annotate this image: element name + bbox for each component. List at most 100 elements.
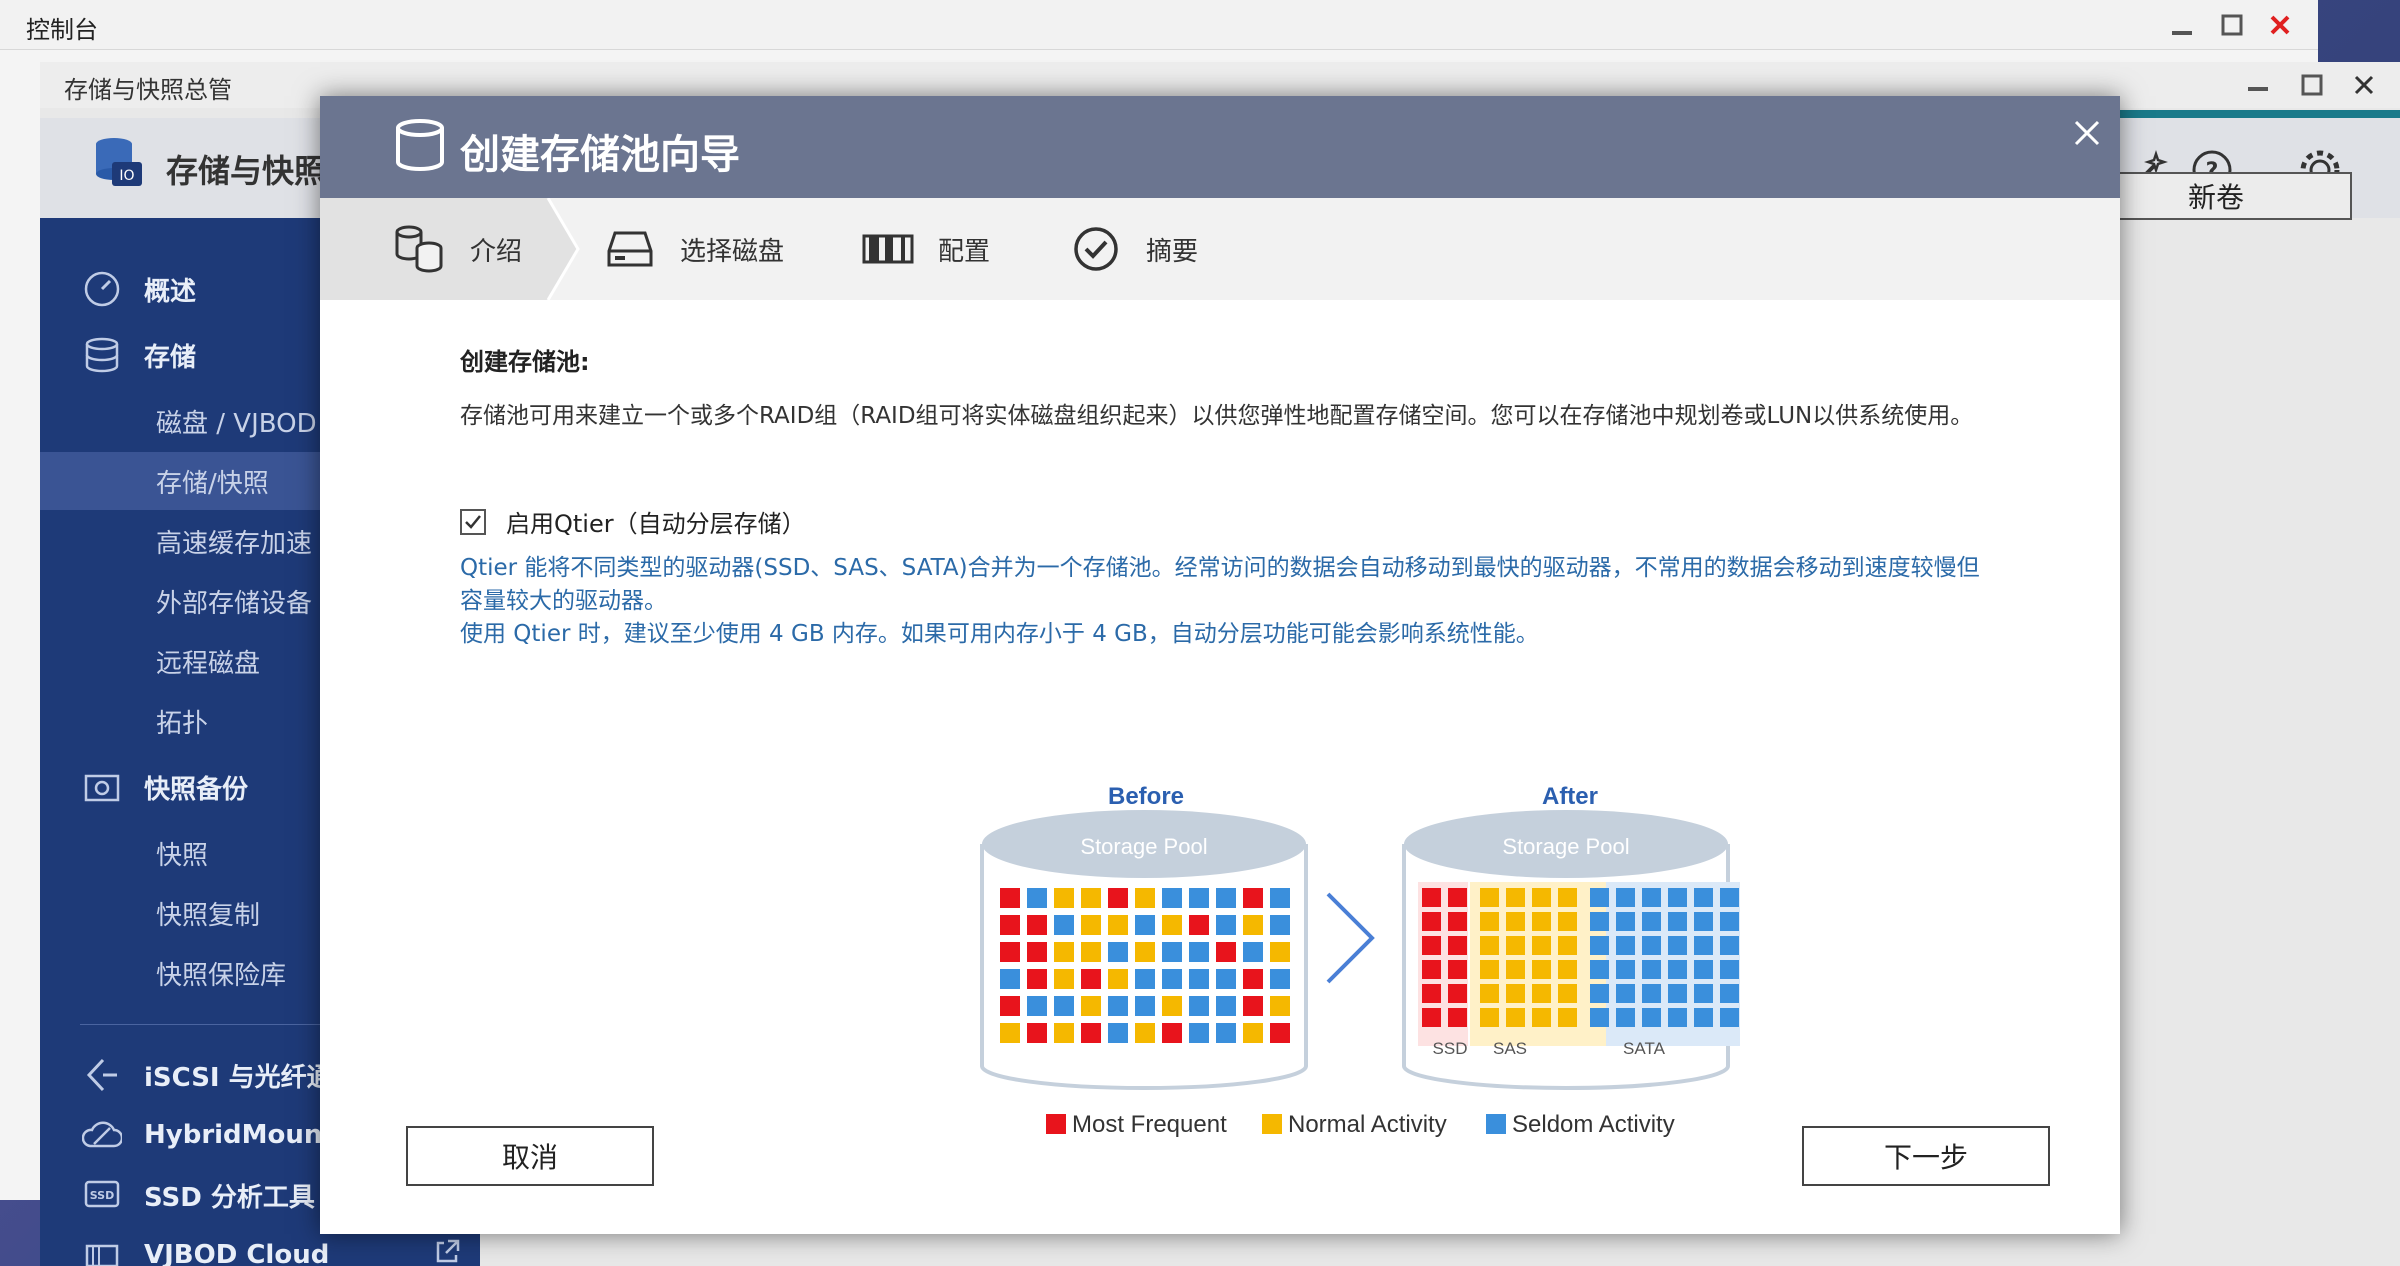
data-block (1270, 942, 1290, 962)
data-block (1108, 996, 1128, 1016)
data-block (1558, 912, 1577, 931)
cloud-mount-icon (82, 1115, 122, 1155)
data-block (1270, 996, 1290, 1016)
data-block (1448, 912, 1467, 931)
data-block (1668, 984, 1687, 1003)
data-block (1243, 1023, 1263, 1043)
data-block (1081, 969, 1101, 989)
legend-label: Most Frequent (1072, 1111, 1227, 1138)
gauge-icon (82, 269, 122, 309)
data-block (1000, 942, 1020, 962)
data-block (1162, 888, 1182, 908)
data-block (1189, 915, 1209, 935)
data-block (1590, 888, 1609, 907)
data-block (1506, 984, 1525, 1003)
cancel-button[interactable]: 取消 (406, 1126, 654, 1186)
after-label: After (1542, 783, 1598, 810)
maximize-icon[interactable] (2214, 8, 2250, 42)
close-icon[interactable] (2262, 8, 2298, 42)
vjbod-cloud-icon (82, 1235, 122, 1266)
data-block (1000, 996, 1020, 1016)
close-icon[interactable] (2346, 68, 2382, 102)
data-block (1532, 912, 1551, 931)
data-block (1532, 1008, 1551, 1027)
qtier-option[interactable]: 启用Qtier（自动分层存储） (460, 504, 806, 539)
before-pool: Storage Pool (980, 810, 1308, 1090)
config-icon (860, 221, 916, 277)
ssd-icon: SSD (82, 1175, 122, 1215)
svg-text:IO: IO (119, 168, 134, 184)
data-block (1162, 942, 1182, 962)
data-block (1480, 1008, 1499, 1027)
data-block (1243, 915, 1263, 935)
data-block (1506, 1008, 1525, 1027)
close-icon[interactable] (2066, 112, 2108, 154)
step-label: 介绍 (470, 236, 523, 267)
data-block (1616, 888, 1635, 907)
data-block (1189, 996, 1209, 1016)
storage-manager-logo-icon: IO (96, 138, 142, 186)
data-block (1480, 888, 1499, 907)
data-block (1000, 888, 1020, 908)
data-block (1216, 969, 1236, 989)
data-block (1616, 960, 1635, 979)
minimize-icon[interactable] (2164, 8, 2200, 42)
data-block (1108, 942, 1128, 962)
data-block (1558, 1008, 1577, 1027)
data-block (1642, 912, 1661, 931)
data-block (1642, 1008, 1661, 1027)
data-block (1422, 1008, 1441, 1027)
data-block (1081, 996, 1101, 1016)
data-block (1590, 1008, 1609, 1027)
dialog-header: 创建存储池向导 (320, 96, 2120, 198)
data-block (1480, 960, 1499, 979)
step-configure: 配置 (860, 198, 990, 300)
data-block (1422, 888, 1441, 907)
data-block (1668, 936, 1687, 955)
before-label: Before (1108, 783, 1184, 810)
data-block (1532, 960, 1551, 979)
data-block (1532, 888, 1551, 907)
data-block (1027, 996, 1047, 1016)
tier-label-sas: SAS (1493, 1039, 1527, 1058)
data-block (1054, 969, 1074, 989)
data-block (1480, 936, 1499, 955)
data-block (1135, 942, 1155, 962)
legend-label: Normal Activity (1288, 1111, 1447, 1138)
data-block (1448, 936, 1467, 955)
data-block (1422, 936, 1441, 955)
sidebar-item-label: SSD 分析工具 (144, 1182, 315, 1213)
qtier-checkbox[interactable] (460, 508, 486, 535)
data-block (1590, 936, 1609, 955)
data-block (1027, 969, 1047, 989)
disk-icon (602, 221, 658, 277)
data-block (1054, 915, 1074, 935)
step-label: 摘要 (1146, 236, 1199, 267)
data-block (1694, 936, 1713, 955)
new-volume-button[interactable]: 新卷 (2080, 172, 2352, 220)
data-block (1642, 984, 1661, 1003)
data-block (1720, 1008, 1739, 1027)
data-block (1189, 969, 1209, 989)
maximize-icon[interactable] (2294, 68, 2330, 102)
data-block (1506, 912, 1525, 931)
data-block (1270, 1023, 1290, 1043)
data-block (1448, 888, 1467, 907)
data-block (1506, 960, 1525, 979)
data-block (1422, 960, 1441, 979)
data-block (1642, 936, 1661, 955)
database-icon (82, 335, 122, 375)
data-block (1480, 984, 1499, 1003)
qtier-checkbox-label: 启用Qtier（自动分层存储） (506, 510, 806, 538)
next-button[interactable]: 下一步 (1802, 1126, 2050, 1186)
data-block (1694, 984, 1713, 1003)
data-block (1720, 960, 1739, 979)
data-block (1720, 888, 1739, 907)
wizard-steps: 介绍 选择磁盘 配置 摘要 (320, 198, 2120, 300)
external-link-icon[interactable] (432, 1237, 462, 1266)
dialog-title: 创建存储池向导 (460, 132, 740, 178)
data-block (1216, 888, 1236, 908)
data-block (1668, 912, 1687, 931)
data-block (1135, 888, 1155, 908)
minimize-icon[interactable] (2240, 68, 2276, 102)
